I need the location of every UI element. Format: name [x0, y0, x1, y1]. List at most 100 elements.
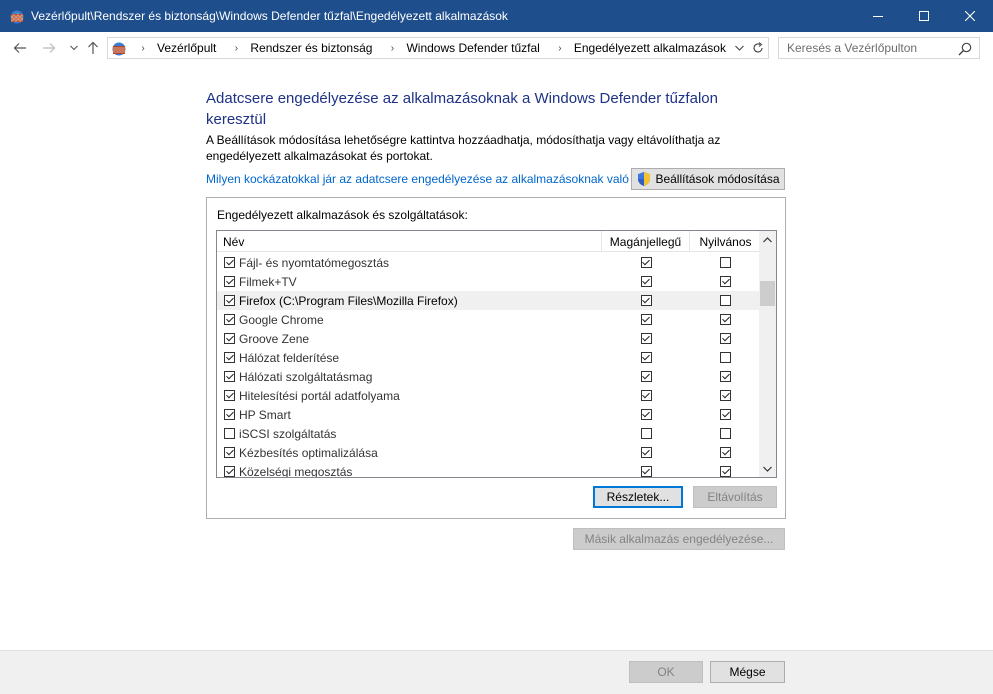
remove-button[interactable]: Eltávolítás: [693, 486, 777, 508]
private-checkbox[interactable]: [640, 409, 652, 420]
table-row[interactable]: iSCSI szolgáltatás: [217, 424, 761, 443]
chevron-right-icon[interactable]: ›: [229, 43, 243, 54]
private-checkbox[interactable]: [640, 333, 652, 344]
vertical-scrollbar[interactable]: [759, 231, 776, 477]
address-bar[interactable]: › Vezérlőpult › Rendszer és biztonság › …: [107, 37, 769, 59]
details-button[interactable]: Részletek...: [593, 486, 683, 508]
enabled-checkbox[interactable]: [224, 428, 235, 439]
enabled-checkbox[interactable]: [224, 371, 235, 382]
scroll-thumb[interactable]: [760, 281, 775, 306]
enabled-checkbox[interactable]: [224, 390, 235, 401]
table-row[interactable]: Google Chrome: [217, 310, 761, 329]
enabled-checkbox[interactable]: [224, 276, 235, 287]
column-header-private[interactable]: Magánjellegű: [602, 231, 690, 252]
cell-name: Közelségi megosztás: [217, 465, 602, 477]
enabled-checkbox[interactable]: [224, 257, 235, 268]
title-bar[interactable]: Vezérlőpult\Rendszer és biztonság\Window…: [0, 0, 993, 32]
refresh-button[interactable]: [749, 40, 765, 56]
minimize-button[interactable]: [855, 0, 901, 32]
close-button[interactable]: [947, 0, 993, 32]
table-row[interactable]: Groove Zene: [217, 329, 761, 348]
table-row[interactable]: Hálózat felderítése: [217, 348, 761, 367]
breadcrumb-system-security[interactable]: Rendszer és biztonság: [246, 41, 376, 55]
cell-private: [602, 333, 690, 344]
private-checkbox[interactable]: [640, 295, 652, 306]
change-settings-label: Beállítások módosítása: [655, 172, 780, 186]
public-checkbox[interactable]: [720, 428, 731, 439]
app-name: HP Smart: [239, 407, 291, 422]
public-checkbox[interactable]: [720, 257, 731, 268]
public-checkbox[interactable]: [720, 409, 731, 420]
enabled-checkbox[interactable]: [224, 409, 235, 420]
chevron-down-icon: [70, 45, 78, 51]
breadcrumb: › Vezérlőpult › Rendszer és biztonság › …: [127, 38, 730, 58]
private-checkbox[interactable]: [640, 428, 652, 439]
up-button[interactable]: [83, 38, 103, 58]
search-input[interactable]: [779, 41, 949, 55]
table-row[interactable]: Hitelesítési portál adatfolyama: [217, 386, 761, 405]
private-checkbox[interactable]: [640, 371, 652, 382]
table-row[interactable]: Hálózati szolgáltatásmag: [217, 367, 761, 386]
public-checkbox[interactable]: [720, 352, 731, 363]
public-checkbox[interactable]: [720, 466, 731, 477]
cancel-button[interactable]: Mégse: [710, 661, 785, 683]
column-header-name[interactable]: Név: [217, 231, 602, 252]
enabled-checkbox[interactable]: [224, 447, 235, 458]
public-checkbox[interactable]: [720, 333, 731, 344]
enabled-checkbox[interactable]: [224, 466, 235, 477]
address-dropdown-button[interactable]: [732, 41, 746, 55]
chevron-up-icon: [763, 236, 772, 242]
table-row[interactable]: Firefox (C:\Program Files\Mozilla Firefo…: [217, 291, 761, 310]
list-rows: Fájl- és nyomtatómegosztás Filmek+TV Firef…: [217, 253, 761, 477]
column-header-public[interactable]: Nyilvános: [690, 231, 761, 252]
maximize-icon: [919, 11, 929, 21]
breadcrumb-allowed-apps[interactable]: Engedélyezett alkalmazások: [570, 41, 730, 55]
change-settings-button[interactable]: Beállítások módosítása: [631, 168, 785, 190]
private-checkbox[interactable]: [640, 314, 652, 325]
cell-name: Filmek+TV: [217, 275, 602, 289]
public-checkbox[interactable]: [720, 314, 731, 325]
enabled-checkbox[interactable]: [224, 333, 235, 344]
minimize-icon: [873, 16, 883, 17]
scroll-down-button[interactable]: [759, 460, 776, 477]
breadcrumb-defender-firewall[interactable]: Windows Defender tűzfal: [402, 41, 543, 55]
ok-button[interactable]: OK: [629, 661, 703, 683]
cell-private: [602, 276, 690, 287]
private-checkbox[interactable]: [640, 447, 652, 458]
breadcrumb-control-panel[interactable]: Vezérlőpult: [153, 41, 220, 55]
table-row[interactable]: HP Smart: [217, 405, 761, 424]
enabled-checkbox[interactable]: [224, 352, 235, 363]
search-icon[interactable]: [958, 42, 972, 56]
table-row[interactable]: Közelségi megosztás: [217, 462, 761, 477]
group-label: Engedélyezett alkalmazások és szolgáltat…: [217, 208, 468, 222]
maximize-button[interactable]: [901, 0, 947, 32]
recent-locations-button[interactable]: [64, 38, 84, 58]
cell-name: Firefox (C:\Program Files\Mozilla Firefo…: [217, 294, 602, 308]
private-checkbox[interactable]: [640, 466, 652, 477]
allow-another-app-button[interactable]: Másik alkalmazás engedélyezése...: [573, 528, 785, 550]
public-checkbox[interactable]: [720, 447, 731, 458]
dialog-footer: OK Mégse: [0, 650, 993, 694]
scroll-up-button[interactable]: [759, 231, 776, 248]
cell-public: [690, 276, 761, 287]
public-checkbox[interactable]: [720, 295, 731, 306]
enabled-checkbox[interactable]: [224, 314, 235, 325]
private-checkbox[interactable]: [640, 352, 652, 363]
public-checkbox[interactable]: [720, 276, 731, 287]
table-row[interactable]: Fájl- és nyomtatómegosztás: [217, 253, 761, 272]
chevron-right-icon[interactable]: ›: [136, 43, 150, 54]
navigation-bar: › Vezérlőpult › Rendszer és biztonság › …: [0, 32, 993, 64]
chevron-right-icon[interactable]: ›: [553, 43, 567, 54]
private-checkbox[interactable]: [640, 276, 652, 287]
table-row[interactable]: Kézbesítés optimalizálása: [217, 443, 761, 462]
table-row[interactable]: Filmek+TV: [217, 272, 761, 291]
private-checkbox[interactable]: [640, 257, 652, 268]
public-checkbox[interactable]: [720, 371, 731, 382]
private-checkbox[interactable]: [640, 390, 652, 401]
enabled-checkbox[interactable]: [224, 295, 235, 306]
public-checkbox[interactable]: [720, 390, 731, 401]
chevron-right-icon[interactable]: ›: [385, 43, 399, 54]
allowed-apps-list[interactable]: Név Magánjellegű Nyilvános Fájl- és nyom…: [216, 230, 777, 478]
back-button[interactable]: [10, 38, 30, 58]
forward-button[interactable]: [39, 38, 59, 58]
